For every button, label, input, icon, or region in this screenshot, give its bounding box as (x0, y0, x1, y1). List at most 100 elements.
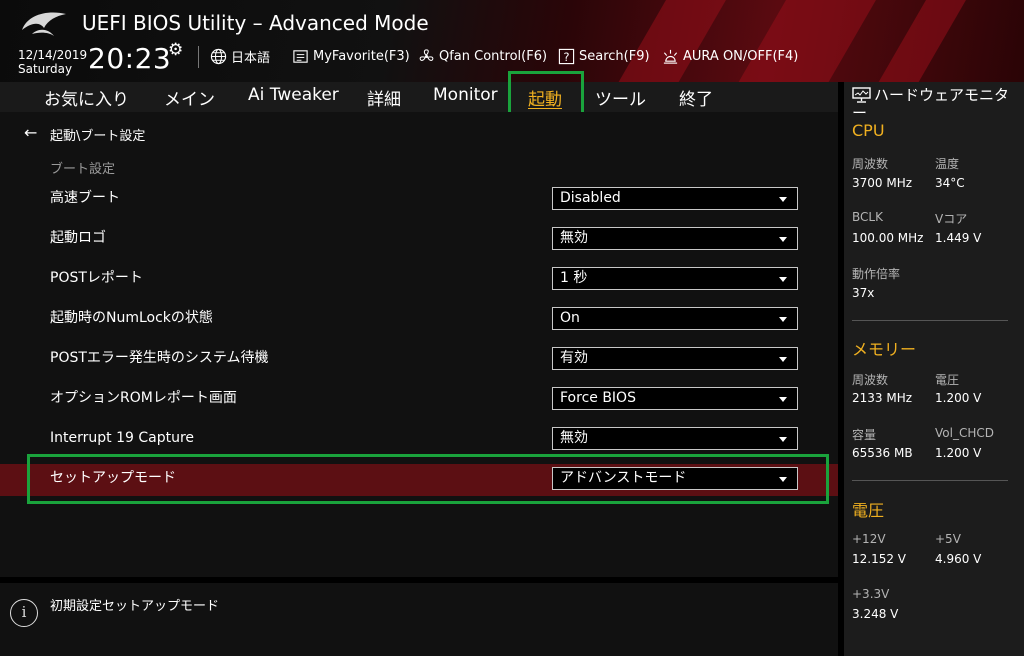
vol-chcd-label: Vol_CHCD (935, 426, 994, 440)
setting-label: 起動時のNumLockの状態 (50, 310, 213, 326)
cpu-freq-label: 周波数 (852, 157, 889, 171)
vcore-label: Vコア (935, 212, 968, 226)
setting-label: POSTレポート (50, 270, 143, 286)
v33-label: +3.3V (852, 587, 890, 601)
tab-tool[interactable]: ツール (595, 85, 646, 110)
mem-volt-value: 1.200 V (935, 391, 982, 405)
tab-exit[interactable]: 終了 (679, 85, 713, 110)
hardware-monitor-panel: ハードウェアモニター CPU 周波数 温度 3700 MHz 34°C BCLK… (844, 82, 1024, 656)
dropdown-value: On (560, 310, 580, 326)
setting-label: オプションROMレポート画面 (50, 390, 237, 406)
help-bar: i 初期設定セットアップモード (0, 583, 838, 656)
my-favorite-button[interactable]: MyFavorite(F3) (292, 47, 410, 65)
fast-boot-dropdown[interactable]: Disabled (552, 187, 798, 210)
section-divider (852, 480, 1008, 481)
header-bar: UEFI BIOS Utility – Advanced Mode 12/14/… (0, 0, 1024, 82)
mem-cap-value: 65536 MB (852, 446, 913, 460)
setting-label: 高速ブート (50, 190, 120, 206)
breadcrumb: 起動\ブート設定 (50, 129, 146, 144)
option-rom-dropdown[interactable]: Force BIOS (552, 387, 798, 410)
qfan-label: Qfan Control(F6) (439, 48, 548, 64)
dropdown-value: 有効 (560, 350, 588, 366)
language-button[interactable]: 日本語 (210, 47, 271, 66)
back-arrow-icon[interactable]: ← (24, 123, 37, 142)
boot-logo-dropdown[interactable]: 無効 (552, 227, 798, 250)
setting-label: 起動ロゴ (50, 230, 106, 246)
qfan-control-button[interactable]: Qfan Control(F6) (418, 47, 547, 65)
dropdown-arrow-icon (779, 397, 787, 402)
rog-logo-icon (22, 12, 66, 36)
mem-freq-value: 2133 MHz (852, 391, 913, 405)
dropdown-value: 無効 (560, 430, 588, 446)
weekday-text: Saturday (18, 62, 73, 76)
date-display: 12/14/2019 Saturday (18, 48, 87, 76)
setting-row-post-error-wait[interactable]: POSTエラー発生時のシステム待機 有効 (0, 344, 838, 384)
cpu-freq-value: 3700 MHz (852, 176, 913, 190)
cpu-temp-value: 34°C (935, 176, 965, 190)
bclk-value: 100.00 MHz (852, 231, 924, 245)
vol-chcd-value: 1.200 V (935, 446, 982, 460)
tab-advanced[interactable]: 詳細 (367, 85, 401, 110)
numlock-dropdown[interactable]: On (552, 307, 798, 330)
search-label: Search(F9) (579, 48, 650, 64)
tab-ai-tweaker[interactable]: Ai Tweaker (248, 85, 339, 105)
ratio-label: 動作倍率 (852, 267, 901, 281)
tab-favorites[interactable]: お気に入り (44, 85, 129, 110)
dropdown-arrow-icon (779, 357, 787, 362)
ratio-value: 37x (852, 286, 875, 300)
setting-label: Interrupt 19 Capture (50, 430, 194, 446)
dropdown-arrow-icon (779, 237, 787, 242)
dropdown-value: Disabled (560, 190, 621, 206)
bclk-label: BCLK (852, 210, 883, 224)
v5-value: 4.960 V (935, 552, 982, 566)
aura-light-icon (663, 49, 678, 64)
voltage-heading: 電圧 (852, 501, 885, 520)
help-text: 初期設定セットアップモード (50, 599, 220, 614)
dropdown-value: Force BIOS (560, 390, 636, 406)
setting-row-fast-boot[interactable]: 高速ブート Disabled (0, 184, 838, 224)
fan-icon (419, 48, 434, 61)
my-favorite-label: MyFavorite(F3) (313, 48, 410, 64)
dropdown-arrow-icon (779, 197, 787, 202)
header-divider (198, 46, 199, 68)
clock-time: 20:23 (88, 42, 172, 75)
search-help-icon: ? (558, 48, 575, 64)
section-heading: ブート設定 (50, 162, 116, 177)
favorite-list-icon (293, 49, 308, 63)
setting-row-numlock[interactable]: 起動時のNumLockの状態 On (0, 304, 838, 344)
app-title: UEFI BIOS Utility – Advanced Mode (82, 11, 429, 35)
vcore-value: 1.449 V (935, 231, 982, 245)
dropdown-arrow-icon (779, 437, 787, 442)
v12-label: +12V (852, 532, 886, 546)
mem-cap-label: 容量 (852, 428, 877, 442)
dropdown-value: 1 秒 (560, 270, 588, 286)
cpu-heading: CPU (852, 121, 885, 140)
mem-freq-label: 周波数 (852, 373, 889, 387)
post-error-wait-dropdown[interactable]: 有効 (552, 347, 798, 370)
language-label: 日本語 (231, 50, 271, 66)
dropdown-arrow-icon (779, 317, 787, 322)
globe-icon (210, 48, 227, 64)
aura-toggle-button[interactable]: AURA ON/OFF(F4) (662, 47, 798, 65)
tab-monitor[interactable]: Monitor (433, 85, 498, 105)
search-button[interactable]: ? Search(F9) (558, 47, 650, 65)
dropdown-arrow-icon (779, 277, 787, 282)
memory-heading: メモリー (852, 340, 917, 359)
setting-row-option-rom[interactable]: オプションROMレポート画面 Force BIOS (0, 384, 838, 424)
mem-volt-label: 電圧 (935, 373, 960, 387)
setting-row-post-report[interactable]: POSTレポート 1 秒 (0, 264, 838, 304)
setting-row-boot-logo[interactable]: 起動ロゴ 無効 (0, 224, 838, 264)
interrupt-19-dropdown[interactable]: 無効 (552, 427, 798, 450)
post-report-dropdown[interactable]: 1 秒 (552, 267, 798, 290)
tab-main[interactable]: メイン (164, 85, 215, 110)
svg-text:?: ? (563, 49, 569, 63)
hardware-monitor-title: ハードウェアモニター (852, 86, 1010, 122)
settings-panel: ← 起動\ブート設定 ブート設定 高速ブート Disabled 起動ロゴ 無効 … (0, 112, 838, 577)
tab-bar: お気に入り メイン Ai Tweaker 詳細 Monitor 起動 ツール 終… (0, 82, 838, 112)
info-icon: i (10, 599, 38, 627)
setting-label: POSTエラー発生時のシステム待機 (50, 350, 269, 366)
date-text: 12/14/2019 (18, 48, 88, 62)
gear-icon[interactable]: ⚙ (168, 40, 183, 60)
section-divider (852, 320, 1008, 321)
v33-value: 3.248 V (852, 607, 899, 621)
